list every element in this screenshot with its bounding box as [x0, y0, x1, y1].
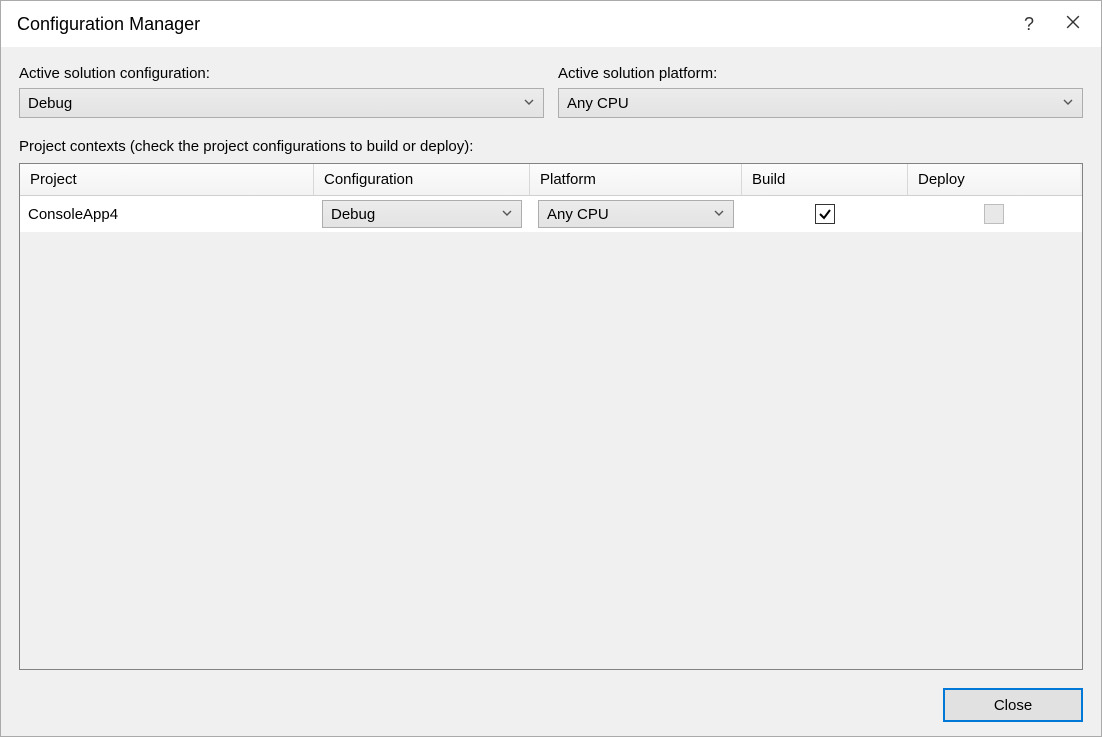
solution-config-dropdown[interactable]: Debug [19, 88, 544, 118]
check-icon [818, 207, 832, 221]
footer: Close [19, 670, 1083, 722]
help-button[interactable]: ? [1007, 4, 1051, 44]
help-icon: ? [1024, 14, 1034, 35]
project-contexts-label: Project contexts (check the project conf… [19, 138, 1083, 155]
col-header-build[interactable]: Build [742, 164, 908, 195]
close-window-button[interactable] [1051, 4, 1095, 44]
solution-config-group: Active solution configuration: Debug [19, 65, 544, 118]
cell-configuration: Debug [314, 196, 530, 232]
solution-platform-label: Active solution platform: [558, 65, 1083, 82]
chevron-down-icon [1062, 95, 1074, 112]
table-body: ConsoleApp4 Debug Any CPU [20, 196, 1082, 669]
chevron-down-icon [523, 95, 535, 112]
close-button[interactable]: Close [943, 688, 1083, 722]
chevron-down-icon [501, 206, 513, 223]
row-configuration-dropdown[interactable]: Debug [322, 200, 522, 228]
top-selects: Active solution configuration: Debug Act… [19, 65, 1083, 118]
configuration-manager-window: Configuration Manager ? Active solution … [0, 0, 1102, 737]
row-platform-value: Any CPU [547, 206, 609, 223]
solution-config-value: Debug [28, 95, 72, 112]
cell-project-name: ConsoleApp4 [20, 196, 314, 232]
window-title: Configuration Manager [17, 14, 1007, 35]
col-header-deploy[interactable]: Deploy [908, 164, 1080, 195]
close-icon [1066, 15, 1080, 34]
row-configuration-value: Debug [331, 206, 375, 223]
solution-platform-dropdown[interactable]: Any CPU [558, 88, 1083, 118]
close-button-label: Close [994, 697, 1032, 714]
deploy-checkbox [984, 204, 1004, 224]
cell-build [742, 196, 908, 232]
col-header-platform[interactable]: Platform [530, 164, 742, 195]
titlebar: Configuration Manager ? [1, 1, 1101, 47]
table-row: ConsoleApp4 Debug Any CPU [20, 196, 1082, 232]
content-area: Active solution configuration: Debug Act… [1, 47, 1101, 736]
col-header-configuration[interactable]: Configuration [314, 164, 530, 195]
solution-platform-value: Any CPU [567, 95, 629, 112]
project-contexts-table: Project Configuration Platform Build Dep… [19, 163, 1083, 670]
row-platform-dropdown[interactable]: Any CPU [538, 200, 734, 228]
chevron-down-icon [713, 206, 725, 223]
solution-platform-group: Active solution platform: Any CPU [558, 65, 1083, 118]
table-header: Project Configuration Platform Build Dep… [20, 164, 1082, 196]
build-checkbox[interactable] [815, 204, 835, 224]
solution-config-label: Active solution configuration: [19, 65, 544, 82]
col-header-project[interactable]: Project [20, 164, 314, 195]
cell-platform: Any CPU [530, 196, 742, 232]
cell-deploy [908, 196, 1080, 232]
